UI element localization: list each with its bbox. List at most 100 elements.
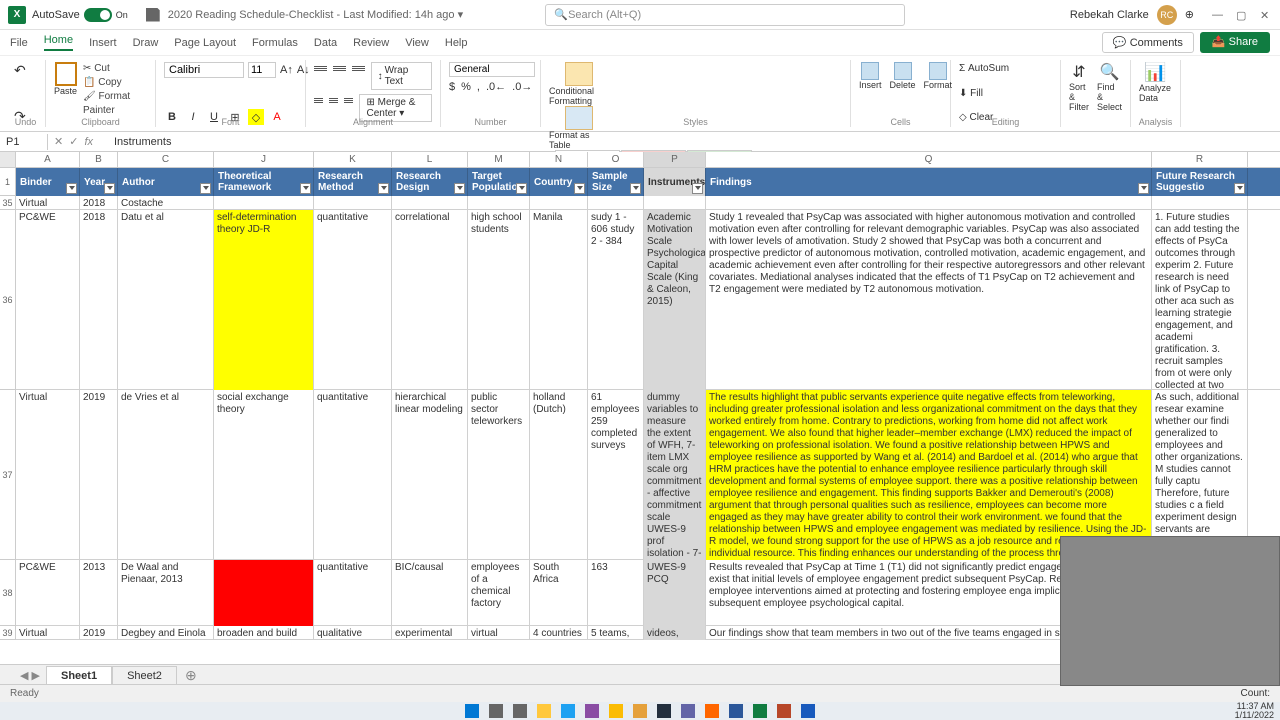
comments-button[interactable]: 💬 Comments (1102, 32, 1194, 53)
cancel-formula-icon[interactable]: ✕ (54, 135, 63, 148)
table-header[interactable]: Country (530, 168, 588, 196)
avatar[interactable]: RC (1157, 5, 1177, 25)
filter-icon[interactable] (104, 183, 115, 194)
table-header[interactable]: Sample Size (588, 168, 644, 196)
filter-icon[interactable] (516, 183, 527, 194)
word-icon[interactable] (729, 704, 743, 718)
explorer-icon[interactable] (537, 704, 551, 718)
cut-button[interactable]: ✂ Cut (83, 62, 147, 76)
col-header-P[interactable]: P (644, 152, 706, 167)
comma-icon[interactable]: , (477, 81, 480, 93)
align-mid-icon[interactable] (333, 62, 346, 74)
align-center-icon[interactable] (329, 94, 338, 106)
format-button[interactable]: Format (924, 62, 953, 90)
menu-page-layout[interactable]: Page Layout (174, 37, 236, 49)
col-header-A[interactable]: A (16, 152, 80, 167)
table-header[interactable]: Findings (706, 168, 1152, 196)
cell[interactable]: sudy 1 - 606 study 2 - 384 (588, 210, 644, 390)
cell[interactable]: 2018 (80, 210, 118, 390)
cell[interactable]: 2018 (80, 196, 118, 210)
filter-icon[interactable] (454, 183, 465, 194)
format-painter-button[interactable]: 🖌 Format Painter (83, 90, 147, 118)
cell[interactable]: UWES-9 PCQ (644, 560, 706, 626)
filter-icon[interactable] (692, 183, 703, 194)
cell[interactable]: de Vries et al (118, 390, 214, 560)
col-header-J[interactable]: J (214, 152, 314, 167)
fill-button[interactable]: ⬇ Fill (959, 87, 1052, 101)
cell[interactable]: Datu et al (118, 210, 214, 390)
search-icon[interactable] (489, 704, 503, 718)
share-button[interactable]: 📤 Share (1200, 32, 1270, 53)
cell[interactable]: Virtual (16, 196, 80, 210)
cell[interactable]: BIC/causal (392, 560, 468, 626)
menu-view[interactable]: View (405, 37, 429, 49)
menu-draw[interactable]: Draw (133, 37, 159, 49)
align-top-icon[interactable] (314, 62, 327, 74)
teams-icon[interactable] (681, 704, 695, 718)
cell[interactable] (214, 560, 314, 626)
cell[interactable]: quantitative (314, 560, 392, 626)
autosum-button[interactable]: Σ AutoSum (959, 62, 1052, 76)
cell[interactable]: Virtual (16, 626, 80, 640)
tab-sheet2[interactable]: Sheet2 (112, 666, 177, 685)
col-header-B[interactable]: B (80, 152, 118, 167)
align-left-icon[interactable] (314, 94, 323, 106)
menu-insert[interactable]: Insert (89, 37, 117, 49)
filter-icon[interactable] (300, 183, 311, 194)
app-icon-3[interactable] (705, 704, 719, 718)
app-icon-1[interactable] (585, 704, 599, 718)
name-box[interactable]: P1 (0, 134, 48, 150)
fx-icon[interactable]: fx (84, 136, 93, 148)
menu-review[interactable]: Review (353, 37, 389, 49)
percent-icon[interactable]: % (461, 81, 471, 93)
menu-home[interactable]: Home (44, 34, 73, 51)
cell[interactable]: 2013 (80, 560, 118, 626)
cell[interactable]: self-determination theory JD-R (214, 210, 314, 390)
cell[interactable]: broaden and build (214, 626, 314, 640)
cell[interactable]: 5 teams, 46 (588, 626, 644, 640)
table-header[interactable]: Year (80, 168, 118, 196)
col-header-R[interactable]: R (1152, 152, 1248, 167)
cell[interactable] (644, 196, 706, 210)
filter-icon[interactable] (630, 183, 641, 194)
filter-icon[interactable] (66, 183, 77, 194)
excel-taskbar-icon[interactable] (753, 704, 767, 718)
cell[interactable]: employees of a chemical factory (468, 560, 530, 626)
cell[interactable]: Study 1 revealed that PsyCap was associa… (706, 210, 1152, 390)
cell[interactable]: hierarchical linear modeling (392, 390, 468, 560)
cell[interactable]: The results highlight that public servan… (706, 390, 1152, 560)
cell[interactable]: 163 (588, 560, 644, 626)
start-icon[interactable] (465, 704, 479, 718)
table-header[interactable]: Theoretical Framework (214, 168, 314, 196)
table-header[interactable]: Instruments (644, 168, 706, 196)
insert-button[interactable]: Insert (859, 62, 882, 90)
amazon-icon[interactable] (657, 704, 671, 718)
copy-button[interactable]: 📋 Copy (83, 76, 147, 90)
col-header-M[interactable]: M (468, 152, 530, 167)
dec-decimal-icon[interactable]: .0→ (512, 81, 532, 93)
cell[interactable]: 61 employees 259 completed surveys (588, 390, 644, 560)
table-header[interactable]: Research Method (314, 168, 392, 196)
cell[interactable]: experimental (392, 626, 468, 640)
clock[interactable]: 11:37 AM1/11/2022 (1235, 702, 1274, 720)
edge-icon[interactable] (561, 704, 575, 718)
cell[interactable] (588, 196, 644, 210)
cell[interactable]: PC&WE (16, 210, 80, 390)
menu-help[interactable]: Help (445, 37, 468, 49)
col-header-K[interactable]: K (314, 152, 392, 167)
col-header-N[interactable]: N (530, 152, 588, 167)
filter-icon[interactable] (200, 183, 211, 194)
find-select-button[interactable]: 🔍Find & Select (1097, 62, 1122, 112)
cell[interactable]: videos, essays, (644, 626, 706, 640)
filter-icon[interactable] (1234, 183, 1245, 194)
menu-data[interactable]: Data (314, 37, 337, 49)
cell[interactable]: 1. Future studies can add testing the ef… (1152, 210, 1248, 390)
menu-file[interactable]: File (10, 37, 28, 49)
cell[interactable]: qualitative (314, 626, 392, 640)
cell[interactable]: holland (Dutch) (530, 390, 588, 560)
inc-decimal-icon[interactable]: .0← (486, 81, 506, 93)
paste-button[interactable]: Paste (54, 62, 77, 118)
cell[interactable] (1152, 196, 1248, 210)
cell[interactable]: correlational (392, 210, 468, 390)
cell[interactable] (314, 196, 392, 210)
